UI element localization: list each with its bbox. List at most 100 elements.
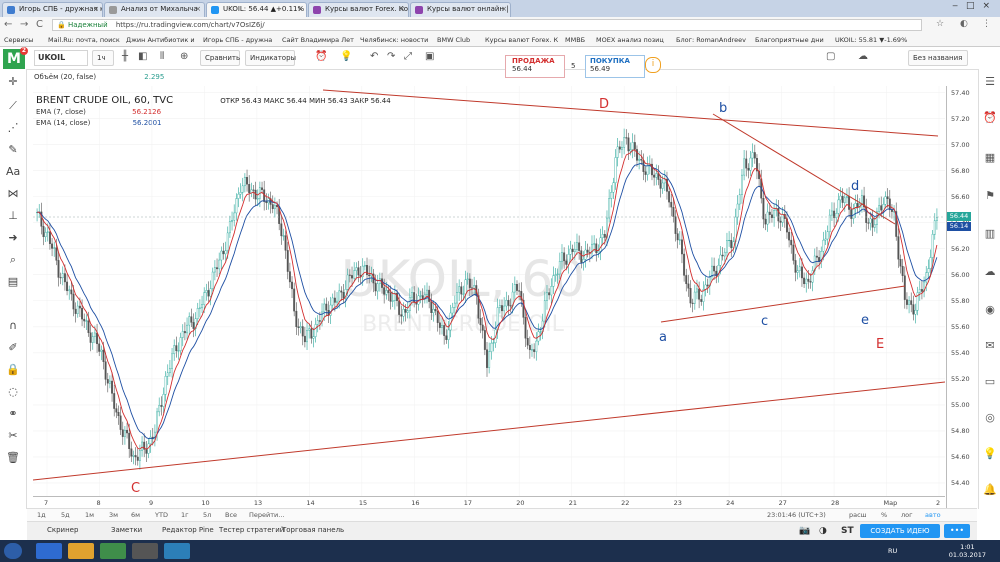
browser-tab[interactable]: Курсы валют онлайн | Ф × [410, 2, 511, 17]
terminal-icon[interactable] [164, 543, 190, 559]
data-window-icon[interactable]: ▦ [983, 151, 997, 164]
wave-label-d[interactable]: d [851, 179, 859, 194]
language-indicator[interactable]: RU [888, 547, 897, 555]
trendline-icon[interactable]: ⟋ [6, 99, 20, 113]
measure-icon[interactable]: ⊥ [6, 209, 20, 222]
app-icon[interactable] [132, 543, 158, 559]
tab-trading-panel[interactable]: Торговая панель [282, 526, 344, 534]
bookmark-item[interactable]: BMW Club [437, 36, 470, 44]
screenshot-icon[interactable]: ▣ [425, 51, 434, 62]
bookmark-item[interactable]: ММВБ [565, 36, 585, 44]
scale-log[interactable]: лог [901, 511, 913, 519]
bookmark-item[interactable]: UKOIL: 55.81 ▼-1.69% [835, 36, 907, 44]
magnet-icon[interactable]: ∩ [6, 319, 20, 332]
trash-icon[interactable]: 🗑 [6, 451, 20, 464]
system-clock[interactable]: 1:01 01.03.2017 [949, 543, 986, 559]
bookmark-item[interactable]: Джин Антибиотик и [126, 36, 195, 44]
scale-percent[interactable]: % [881, 511, 887, 519]
indicators-button[interactable]: Индикаторы [245, 50, 296, 66]
ruler-icon[interactable]: ▤ [6, 275, 20, 288]
range-3m[interactable]: 3м [109, 511, 118, 519]
calendar-icon[interactable]: ▥ [983, 227, 997, 240]
upper-trendline[interactable] [322, 89, 939, 137]
bookmark-item[interactable]: Сервисы [4, 36, 33, 44]
bar-style-icon[interactable]: ╫ [122, 51, 128, 62]
wave-label-D[interactable]: D [599, 97, 609, 112]
chats-icon[interactable]: ✉ [983, 339, 997, 352]
wave-label-b[interactable]: b [719, 101, 727, 116]
goto-date[interactable]: Перейти... [249, 511, 284, 519]
alerts-icon[interactable]: ⏰ [983, 111, 997, 124]
chart-props-icon[interactable]: ▢ [826, 51, 835, 62]
wave-label-E[interactable]: E [876, 337, 884, 352]
candle-type-icon[interactable]: ⫴ [160, 51, 164, 62]
close-icon[interactable]: × [297, 5, 303, 13]
cloud-save-icon[interactable]: ☁ [858, 51, 868, 62]
crosshair-icon[interactable]: ✛ [6, 75, 20, 88]
zoom-icon[interactable]: ⌕ [6, 253, 20, 267]
bulb-icon[interactable]: 💡 [983, 447, 997, 460]
scale-extend[interactable]: расш [849, 511, 867, 519]
camera-icon[interactable]: 📷 [799, 526, 810, 536]
explorer-icon[interactable] [68, 543, 94, 559]
redo-icon[interactable]: ↷ [387, 51, 395, 62]
price-axis[interactable]: 57.4057.2057.0056.8056.6056.4056.2056.00… [946, 86, 977, 510]
back-icon[interactable]: ← [4, 19, 12, 30]
browser-tab[interactable]: Игорь СПБ - дружная к × [2, 2, 103, 17]
arrow-icon[interactable]: ➜ [6, 231, 20, 244]
bookmark-item[interactable]: Сайт Владимира Лет [282, 36, 354, 44]
bookmark-item[interactable]: Челябинск: новости [360, 36, 428, 44]
sell-widget[interactable]: ПРОДАЖА 56.44 [505, 55, 565, 78]
info-icon[interactable]: i [645, 57, 661, 73]
bookmark-item[interactable]: Благоприятные дни [755, 36, 824, 44]
range-6m[interactable]: 6м [131, 511, 140, 519]
range-1d[interactable]: 1д [37, 511, 46, 519]
text-icon[interactable]: Aa [6, 165, 20, 178]
bell-icon[interactable]: 🔔 [983, 483, 997, 496]
bookmark-item[interactable]: MOEX анализ позиц [596, 36, 664, 44]
range-5d[interactable]: 5д [61, 511, 70, 519]
wave-label-c[interactable]: c [761, 314, 768, 329]
undo-icon[interactable]: ↶ [370, 51, 378, 62]
ie-icon[interactable] [36, 543, 62, 559]
heikin-ashi-icon[interactable]: ◧ [138, 51, 147, 62]
browser-tab-active[interactable]: UKOIL: 56.44 ▲+0.11% × [206, 2, 307, 17]
wave-label-C[interactable]: C [131, 481, 140, 496]
price-chart[interactable]: UKOIL, 60 BRENT CRUDE OIL DbacdeEC [33, 86, 945, 496]
hotlist-icon[interactable]: ⚑ [983, 189, 997, 202]
browser-tab[interactable]: Курсы валют Forex. Кот × [308, 2, 409, 17]
publish-idea-button[interactable]: СОЗДАТЬ ИДЕЮ [860, 524, 940, 538]
watchlist-icon[interactable]: ☰ [983, 75, 997, 88]
more-options-icon[interactable]: ••• [944, 524, 970, 538]
interval-button[interactable]: 1ч [92, 50, 114, 66]
eraser-icon[interactable]: ✐ [6, 341, 20, 354]
start-icon[interactable] [4, 543, 22, 559]
pattern-icon[interactable]: ⋈ [6, 187, 20, 200]
tradingview-logo[interactable]: M2 [3, 47, 28, 69]
reload-icon[interactable]: C [36, 19, 43, 30]
fullscreen-icon[interactable]: ⤢ [404, 51, 412, 62]
fib-icon[interactable]: ⋰ [6, 121, 20, 134]
publish-icon[interactable]: ◑ [819, 526, 827, 536]
extension-icon[interactable]: ◐ [960, 19, 968, 29]
range-all[interactable]: Все [225, 511, 237, 519]
range-1m[interactable]: 1м [85, 511, 94, 519]
range-5y[interactable]: 5л [203, 511, 211, 519]
range-1y[interactable]: 1г [181, 511, 189, 519]
compare-button[interactable]: Сравнить [200, 50, 240, 66]
close-icon[interactable]: × [195, 5, 201, 13]
streams-icon[interactable]: ◉ [983, 303, 997, 316]
bookmark-item[interactable]: Mail.Ru: почта, поиск [48, 36, 120, 44]
bookmark-item[interactable]: Игорь СПБ - дружна [203, 36, 272, 44]
bookmark-item[interactable]: Блог: RomanAndreev [676, 36, 746, 44]
close-icon[interactable]: × [93, 5, 99, 13]
browser-tab[interactable]: Анализ от Михалыча × [104, 2, 205, 17]
symbol-search-input[interactable]: UKOIL [34, 50, 88, 66]
link-icon[interactable]: ⚭ [6, 407, 20, 420]
window-controls[interactable]: ‒□× [952, 1, 998, 11]
close-icon[interactable]: × [501, 5, 507, 13]
wave-label-e[interactable]: e [861, 313, 869, 328]
chat-icon[interactable]: ▭ [983, 375, 997, 388]
forward-icon[interactable]: → [20, 19, 28, 30]
layout-name-button[interactable]: Без названия [908, 50, 968, 66]
